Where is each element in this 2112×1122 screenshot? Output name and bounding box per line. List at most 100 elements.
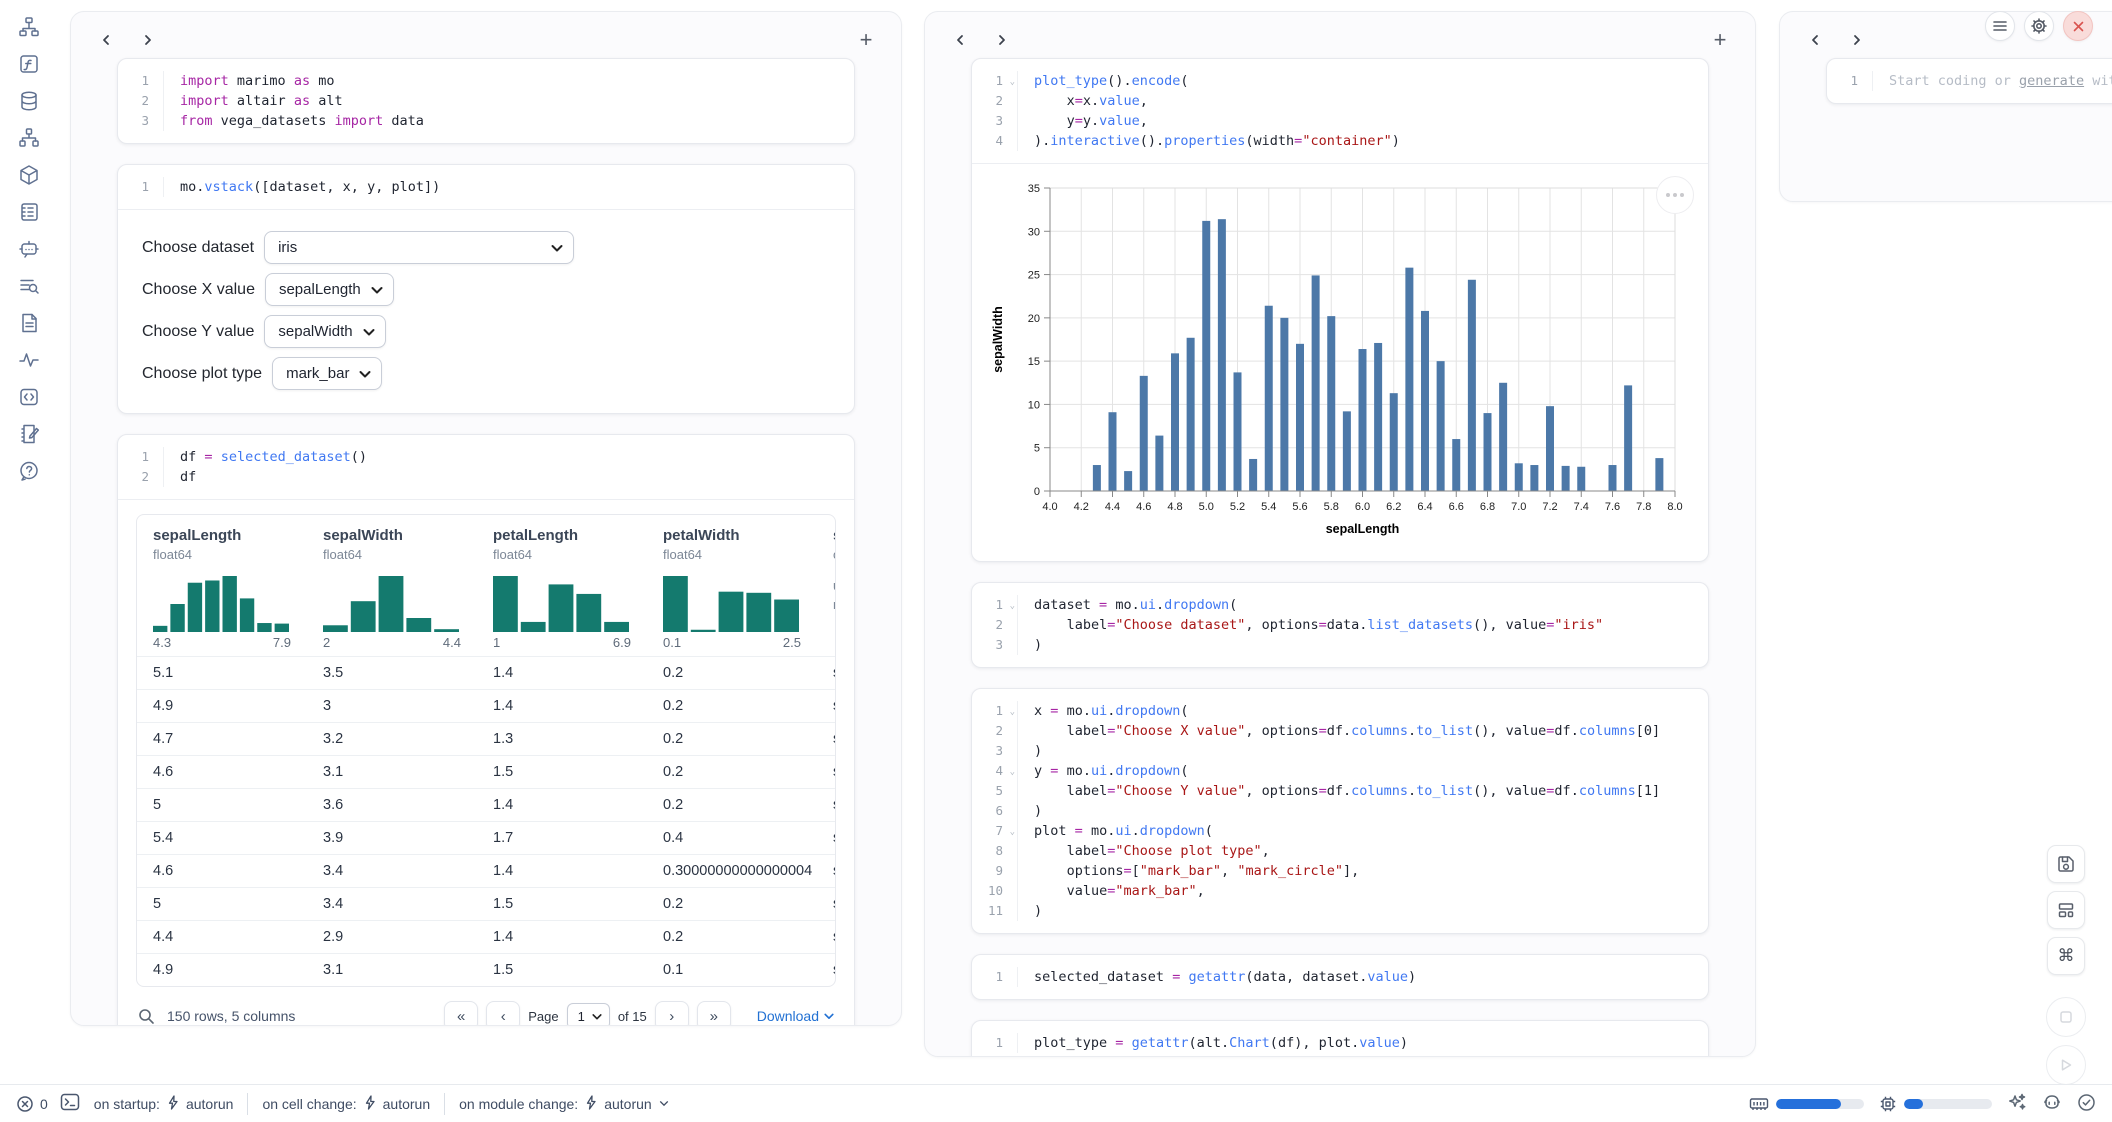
- scroll-left-button[interactable]: [93, 29, 119, 51]
- dataset-select-value: iris: [278, 239, 297, 256]
- tracing-icon[interactable]: [17, 347, 42, 372]
- download-button[interactable]: Download: [757, 1008, 834, 1024]
- menu-button[interactable]: [1985, 11, 2015, 41]
- stop-button[interactable]: [2046, 997, 2086, 1037]
- code-editor[interactable]: 1⌄x = mo.ui.dropdown(2 label="Choose X v…: [972, 689, 1708, 933]
- outline-search-icon[interactable]: [17, 273, 42, 298]
- code-line: 1⌄x = mo.ui.dropdown(: [972, 701, 1692, 721]
- ai-assist-button[interactable]: [2007, 1092, 2027, 1115]
- cpu-progress-fill: [1904, 1099, 1923, 1109]
- fold-chevron-icon[interactable]: ⌄: [1010, 78, 1015, 87]
- line-number: 11: [972, 901, 1018, 921]
- dataset-select[interactable]: iris: [264, 231, 574, 264]
- code-editor[interactable]: 1⌄plot_type().encode(2 x=x.value,3 y=y.v…: [972, 59, 1708, 163]
- code-line: 1⌄dataset = mo.ui.dropdown(: [972, 595, 1692, 615]
- scroll-right-button[interactable]: [1844, 29, 1870, 51]
- table-footer: 150 rows, 5 columns « ‹ Page 1 of 15 › »…: [136, 987, 836, 1026]
- terminal-button[interactable]: [60, 1093, 80, 1114]
- scroll-left-button[interactable]: [947, 29, 973, 51]
- fold-chevron-icon[interactable]: ⌄: [1010, 602, 1015, 611]
- download-label: Download: [757, 1008, 819, 1024]
- code-editor[interactable]: 1mo.vstack([dataset, x, y, plot]): [118, 165, 854, 209]
- settings-button[interactable]: [2024, 11, 2054, 41]
- y-select[interactable]: sepalWidth: [264, 315, 385, 348]
- line-number: 2: [972, 91, 1018, 111]
- code-line: 10 value="mark_bar",: [972, 881, 1692, 901]
- on-startup-toggle[interactable]: on startup: autorun: [80, 1095, 248, 1113]
- keyboard-shortcuts-button[interactable]: ⌘: [2047, 937, 2085, 975]
- table-row: 4.931.40.2setosa: [137, 689, 835, 722]
- line-number: 4⌄: [972, 761, 1018, 781]
- dependencies-icon[interactable]: [17, 125, 42, 150]
- column-header-petalLength[interactable]: petalLengthfloat6416.9: [477, 515, 647, 656]
- plot-type-select[interactable]: mark_bar: [272, 357, 382, 390]
- shutdown-button[interactable]: [2063, 11, 2093, 41]
- layout-button[interactable]: [2047, 891, 2085, 929]
- chart-actions-button[interactable]: [1656, 176, 1694, 214]
- code-editor[interactable]: 1import marimo as mo2import altair as al…: [118, 59, 854, 143]
- prev-page-button[interactable]: ‹: [486, 1001, 520, 1026]
- bar-chart[interactable]: 051015202530354.04.24.44.64.85.05.25.45.…: [988, 178, 1688, 550]
- scratchpad-icon[interactable]: [17, 421, 42, 446]
- dataframe-table: sepalLengthfloat644.37.9sepalWidthfloat6…: [136, 514, 836, 987]
- table-cell: 3.1: [307, 954, 477, 986]
- errors-indicator[interactable]: 0: [16, 1095, 48, 1113]
- code-line: 3 y=y.value,: [972, 111, 1692, 131]
- generate-link[interactable]: generate: [2019, 73, 2084, 89]
- run-button[interactable]: [2046, 1045, 2086, 1085]
- column-right: 1 Start coding or generate with: [1779, 11, 2112, 202]
- table-cell: setosa: [817, 855, 835, 887]
- snippets-icon[interactable]: [17, 384, 42, 409]
- fold-chevron-icon[interactable]: ⌄: [1010, 708, 1015, 717]
- code-editor[interactable]: 1selected_dataset = getattr(data, datase…: [972, 955, 1708, 999]
- svg-text:4.0: 4.0: [1042, 501, 1057, 513]
- save-button[interactable]: [2047, 845, 2085, 883]
- packages-icon[interactable]: [17, 162, 42, 187]
- column-header-sepalLength[interactable]: sepalLengthfloat644.37.9: [137, 515, 307, 656]
- line-number: 1: [1827, 71, 1873, 91]
- scroll-right-button[interactable]: [135, 29, 161, 51]
- logs-icon[interactable]: [17, 199, 42, 224]
- add-cell-button[interactable]: +: [853, 27, 879, 53]
- code-editor[interactable]: 1⌄dataset = mo.ui.dropdown(2 label="Choo…: [972, 583, 1708, 667]
- code-editor[interactable]: 1plot_type = getattr(alt.Chart(df), plot…: [972, 1021, 1708, 1057]
- on-cell-change-toggle[interactable]: on cell change: autorun: [248, 1095, 444, 1113]
- fold-chevron-icon[interactable]: ⌄: [1010, 828, 1015, 837]
- scroll-right-button[interactable]: [989, 29, 1015, 51]
- lightning-icon: [167, 1095, 179, 1113]
- column-header-sepalWidth[interactable]: sepalWidthfloat6424.4: [307, 515, 477, 656]
- table-cell: setosa: [817, 954, 835, 986]
- datasources-icon[interactable]: [17, 88, 42, 113]
- code-editor[interactable]: 1 Start coding or generate with: [1827, 59, 2112, 103]
- search-icon[interactable]: [138, 1008, 155, 1025]
- column-header-species[interactable]: speciesobjectunique:nulls:: [817, 515, 835, 656]
- table-cell: 4.9: [137, 954, 307, 986]
- ram-progress-fill: [1776, 1099, 1841, 1109]
- copilot-button[interactable]: [2042, 1092, 2062, 1115]
- ai-chat-icon[interactable]: [17, 236, 42, 261]
- file-tree-icon[interactable]: [17, 14, 42, 39]
- add-cell-button[interactable]: +: [1707, 27, 1733, 53]
- table-cell: 1.4: [477, 789, 647, 821]
- table-cell: 1.5: [477, 756, 647, 788]
- fold-chevron-icon[interactable]: ⌄: [1010, 768, 1015, 777]
- scroll-left-button[interactable]: [1802, 29, 1828, 51]
- table-cell: setosa: [817, 789, 835, 821]
- documentation-icon[interactable]: [17, 310, 42, 335]
- last-page-button[interactable]: »: [697, 1001, 731, 1026]
- code-editor[interactable]: 1df = selected_dataset()2df: [118, 435, 854, 499]
- table-cell: 3.9: [307, 822, 477, 854]
- table-cell: setosa: [817, 921, 835, 953]
- column-header-petalWidth[interactable]: petalWidthfloat640.12.5: [647, 515, 817, 656]
- on-module-change-toggle[interactable]: on module change: autorun: [445, 1095, 683, 1113]
- svg-text:4.2: 4.2: [1074, 501, 1089, 513]
- connection-status-button[interactable]: [2077, 1093, 2096, 1115]
- line-number: 1: [118, 177, 164, 197]
- next-page-button[interactable]: ›: [655, 1001, 689, 1026]
- page-select[interactable]: 1: [567, 1003, 610, 1026]
- first-page-button[interactable]: «: [444, 1001, 478, 1026]
- help-icon[interactable]: [17, 458, 42, 483]
- table-cell: 3.6: [307, 789, 477, 821]
- functions-icon[interactable]: [17, 51, 42, 76]
- x-select[interactable]: sepalLength: [265, 273, 394, 306]
